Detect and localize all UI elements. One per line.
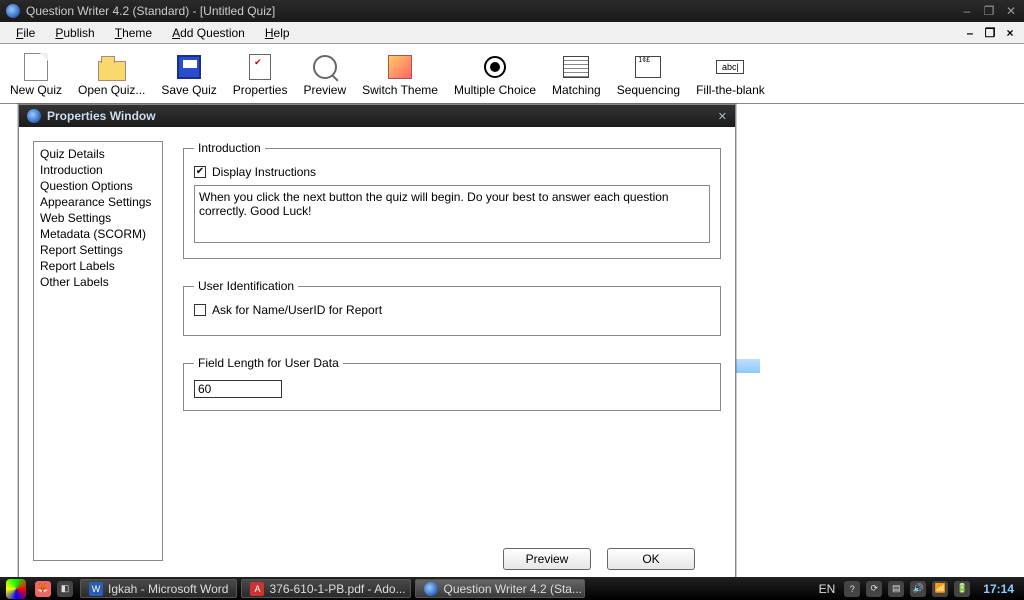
- menu-theme[interactable]: Theme: [105, 24, 162, 42]
- tool-new-quiz[interactable]: New Quiz: [6, 51, 66, 99]
- tool-label: Switch Theme: [362, 83, 438, 97]
- fill-blank-icon: abc|: [716, 60, 744, 74]
- tool-label: New Quiz: [10, 83, 62, 97]
- firefox-icon[interactable]: 🦊: [35, 581, 51, 597]
- instructions-textarea[interactable]: [194, 185, 710, 243]
- tool-multiple-choice[interactable]: Multiple Choice: [450, 51, 540, 99]
- language-indicator[interactable]: EN: [813, 582, 842, 596]
- nav-report-settings[interactable]: Report Settings: [40, 242, 156, 258]
- menu-file[interactable]: File: [6, 24, 45, 42]
- nav-metadata-scorm[interactable]: Metadata (SCORM): [40, 226, 156, 242]
- tool-label: Preview: [303, 83, 346, 97]
- workspace: Properties Window ✕ Quiz Details Introdu…: [0, 104, 1024, 577]
- mdi-close-button[interactable]: ×: [1002, 26, 1018, 40]
- app-icon: [6, 4, 20, 18]
- tool-label: Multiple Choice: [454, 83, 536, 97]
- window-titlebar: Question Writer 4.2 (Standard) - [Untitl…: [0, 0, 1024, 22]
- task-question-writer[interactable]: Question Writer 4.2 (Sta...: [415, 579, 585, 598]
- tool-open-quiz[interactable]: Open Quiz...: [74, 51, 149, 99]
- dialog-title: Properties Window: [47, 109, 718, 123]
- qw-icon: [424, 582, 438, 596]
- tool-matching[interactable]: Matching: [548, 51, 605, 99]
- introduction-group: Introduction Display Instructions: [183, 141, 721, 259]
- mdi-restore-button[interactable]: ❐: [982, 26, 998, 40]
- pdf-icon: A: [250, 582, 264, 596]
- tool-save-quiz[interactable]: Save Quiz: [157, 51, 220, 99]
- display-instructions-checkbox[interactable]: [194, 166, 206, 178]
- tool-preview[interactable]: Preview: [299, 51, 350, 99]
- menu-add-question[interactable]: Add Question: [162, 24, 255, 42]
- tool-fill-the-blank[interactable]: abc| Fill-the-blank: [692, 51, 769, 99]
- network-tray-icon[interactable]: ▤: [888, 581, 904, 597]
- properties-dialog: Properties Window ✕ Quiz Details Introdu…: [18, 104, 736, 579]
- properties-nav: Quiz Details Introduction Question Optio…: [33, 141, 163, 561]
- field-length-group: Field Length for User Data: [183, 356, 721, 411]
- folder-open-icon: [98, 61, 126, 81]
- volume-tray-icon[interactable]: 🔊: [910, 581, 926, 597]
- nav-quiz-details[interactable]: Quiz Details: [40, 146, 156, 162]
- app-launcher-icon[interactable]: ◧: [57, 581, 73, 597]
- wifi-tray-icon[interactable]: 📶: [932, 581, 948, 597]
- close-button[interactable]: ✕: [1004, 4, 1018, 18]
- ask-name-checkbox[interactable]: [194, 304, 206, 316]
- tool-label: Properties: [233, 83, 288, 97]
- tool-label: Sequencing: [617, 83, 680, 97]
- task-label: Igkah - Microsoft Word: [108, 582, 228, 596]
- menu-help[interactable]: Help: [255, 24, 300, 42]
- radio-icon: [484, 56, 506, 78]
- nav-introduction[interactable]: Introduction: [40, 162, 156, 178]
- nav-other-labels[interactable]: Other Labels: [40, 274, 156, 290]
- magnifier-icon: [313, 55, 337, 79]
- nav-appearance-settings[interactable]: Appearance Settings: [40, 194, 156, 210]
- taskbar-clock[interactable]: 17:14: [973, 582, 1024, 596]
- task-pdf[interactable]: A 376-610-1-PB.pdf - Ado...: [241, 579, 411, 598]
- field-length-input[interactable]: [194, 380, 282, 398]
- properties-icon: [249, 54, 271, 80]
- task-word[interactable]: W Igkah - Microsoft Word: [80, 579, 237, 598]
- task-label: Question Writer 4.2 (Sta...: [443, 582, 582, 596]
- start-button[interactable]: [6, 579, 26, 599]
- taskbar: 🦊 ◧ W Igkah - Microsoft Word A 376-610-1…: [0, 577, 1024, 600]
- nav-question-options[interactable]: Question Options: [40, 178, 156, 194]
- menubar: File Publish Theme Add Question Help – ❐…: [0, 22, 1024, 44]
- theme-icon: [388, 55, 412, 79]
- window-title: Question Writer 4.2 (Standard) - [Untitl…: [26, 4, 952, 18]
- tool-label: Fill-the-blank: [696, 83, 765, 97]
- tool-sequencing[interactable]: Sequencing: [613, 51, 684, 99]
- field-length-legend: Field Length for User Data: [194, 356, 343, 370]
- tool-switch-theme[interactable]: Switch Theme: [358, 51, 442, 99]
- minimize-button[interactable]: –: [960, 4, 974, 18]
- mdi-minimize-button[interactable]: –: [962, 26, 978, 40]
- dialog-preview-button[interactable]: Preview: [503, 548, 591, 570]
- display-instructions-label: Display Instructions: [212, 165, 316, 179]
- introduction-legend: Introduction: [194, 141, 265, 155]
- dialog-icon: [27, 109, 41, 123]
- properties-content: Introduction Display Instructions User I…: [183, 141, 721, 564]
- maximize-button[interactable]: ❐: [982, 4, 996, 18]
- ask-name-label: Ask for Name/UserID for Report: [212, 303, 382, 317]
- tool-label: Save Quiz: [161, 83, 216, 97]
- sequencing-icon: [635, 56, 661, 78]
- nav-web-settings[interactable]: Web Settings: [40, 210, 156, 226]
- tool-label: Matching: [552, 83, 601, 97]
- dialog-ok-button[interactable]: OK: [607, 548, 695, 570]
- task-label: 376-610-1-PB.pdf - Ado...: [269, 582, 405, 596]
- toolbar: New Quiz Open Quiz... Save Quiz Properti…: [0, 44, 1024, 104]
- save-icon: [177, 55, 201, 79]
- matching-icon: [563, 56, 589, 78]
- nav-report-labels[interactable]: Report Labels: [40, 258, 156, 274]
- tool-label: Open Quiz...: [78, 83, 145, 97]
- dialog-close-button[interactable]: ✕: [718, 110, 727, 123]
- menu-publish[interactable]: Publish: [45, 24, 104, 42]
- word-icon: W: [89, 582, 103, 596]
- battery-tray-icon[interactable]: 🔋: [954, 581, 970, 597]
- user-identification-group: User Identification Ask for Name/UserID …: [183, 279, 721, 336]
- user-identification-legend: User Identification: [194, 279, 298, 293]
- help-tray-icon[interactable]: ?: [844, 581, 860, 597]
- sync-tray-icon[interactable]: ⟳: [866, 581, 882, 597]
- tool-properties[interactable]: Properties: [229, 51, 292, 99]
- new-file-icon: [24, 53, 48, 81]
- dialog-titlebar[interactable]: Properties Window ✕: [19, 105, 735, 127]
